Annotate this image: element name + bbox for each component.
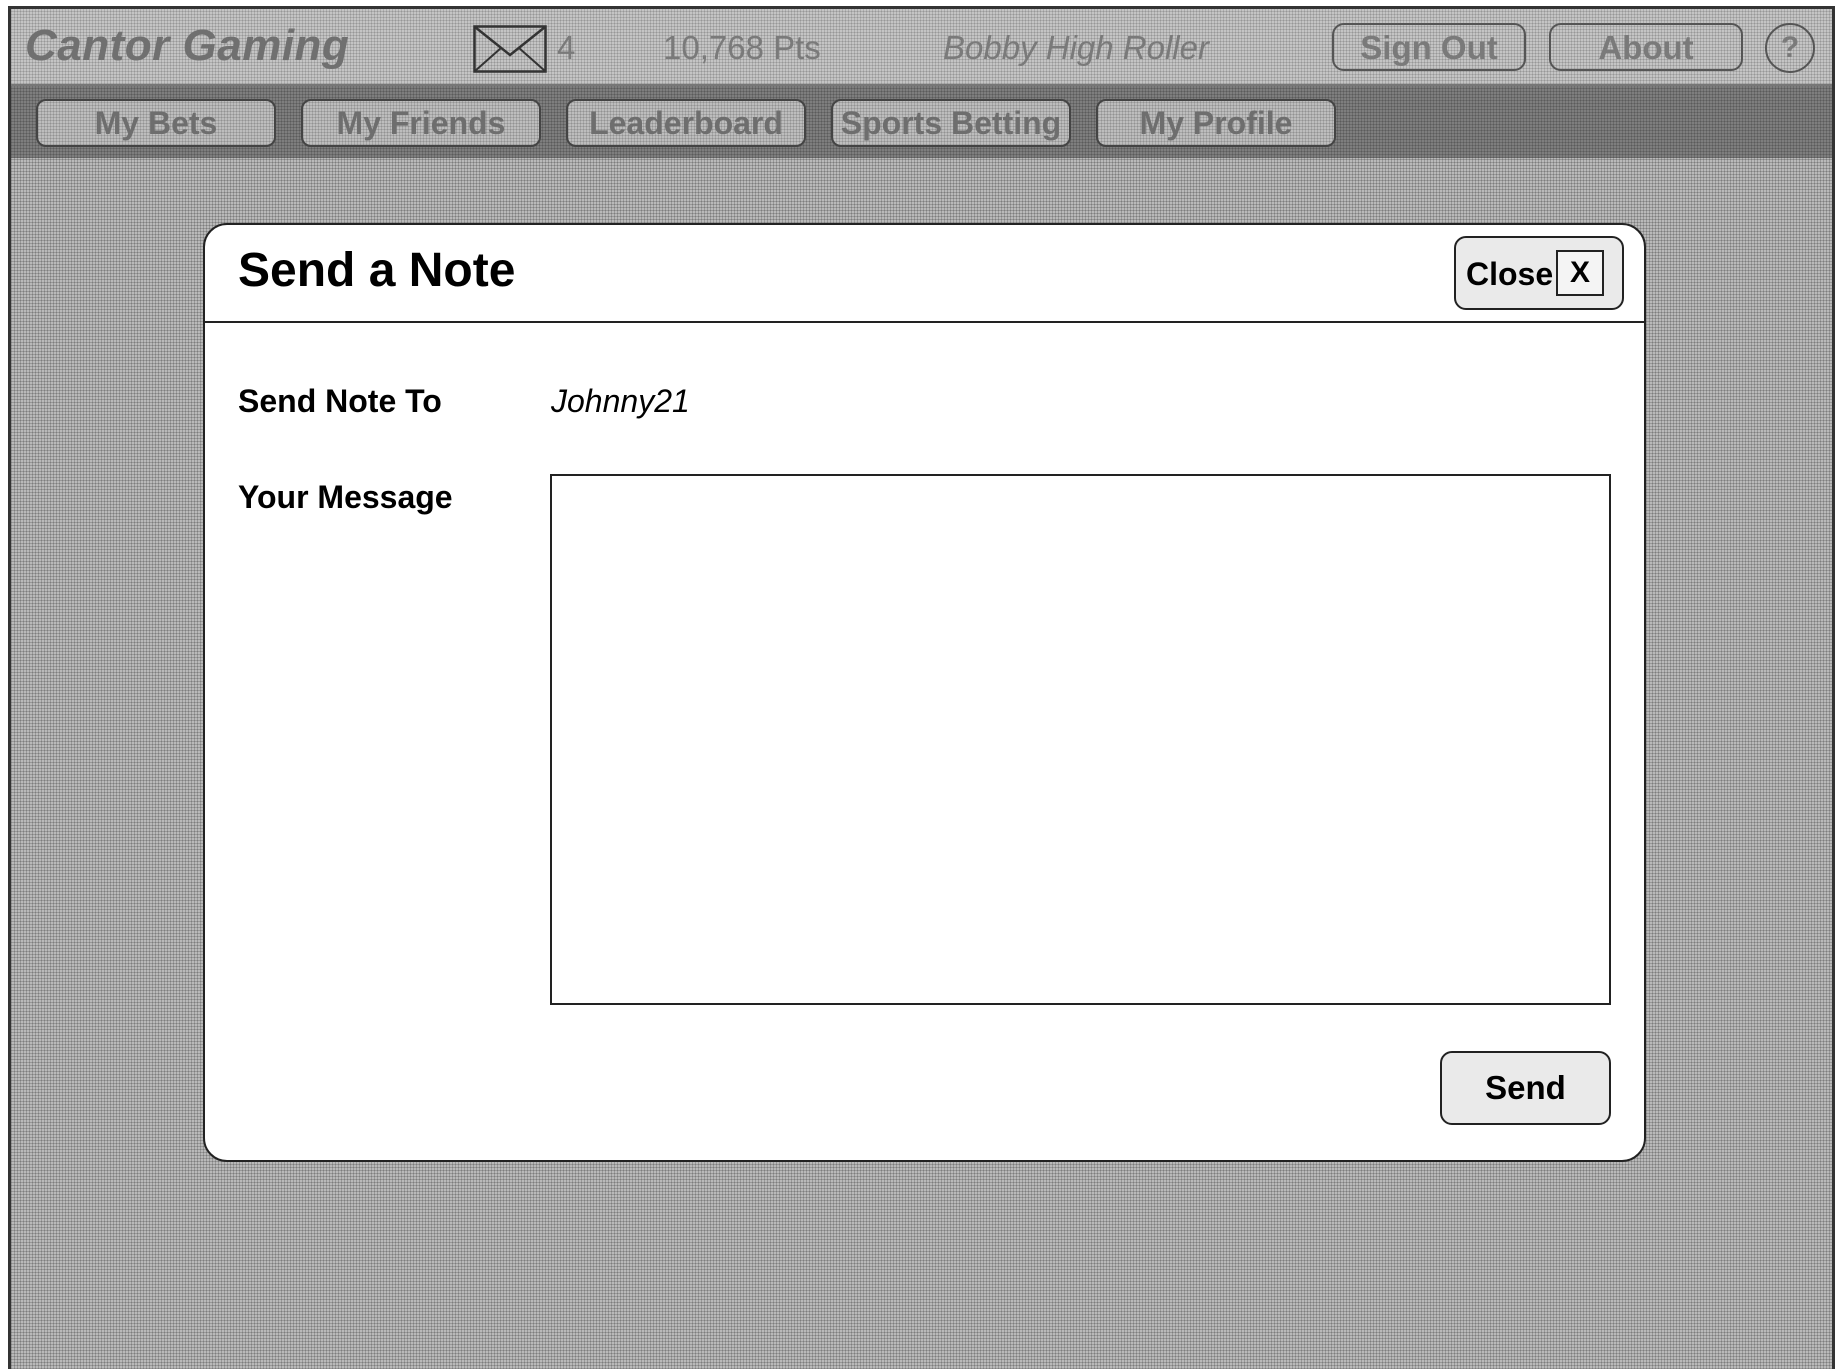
points-balance: 10,768 Pts bbox=[663, 29, 821, 66]
app-window: Cantor Gaming 4 10,768 Pts Bobby High Ro… bbox=[8, 6, 1835, 1369]
mail-count-badge: 4 bbox=[557, 29, 576, 66]
sign-out-button[interactable]: Sign Out bbox=[1332, 23, 1526, 71]
tab-my-bets[interactable]: My Bets bbox=[36, 99, 276, 147]
dialog-title: Send a Note bbox=[238, 244, 516, 297]
help-icon[interactable]: ? bbox=[1765, 23, 1815, 73]
about-button[interactable]: About bbox=[1549, 23, 1743, 71]
send-button[interactable]: Send bbox=[1440, 1051, 1611, 1125]
tab-my-friends[interactable]: My Friends bbox=[301, 99, 541, 147]
tab-leaderboard[interactable]: Leaderboard bbox=[566, 99, 806, 147]
main-nav: My Bets My Friends Leaderboard Sports Be… bbox=[11, 86, 1832, 158]
dialog-header: Send a Note Close X bbox=[205, 225, 1644, 323]
tab-my-profile[interactable]: My Profile bbox=[1096, 99, 1336, 147]
recipient-name: Johnny21 bbox=[551, 383, 690, 419]
send-note-dialog: Send a Note Close X Send Note To Johnny2… bbox=[203, 223, 1646, 1162]
close-icon[interactable]: X bbox=[1556, 250, 1604, 296]
your-message-label: Your Message bbox=[238, 479, 453, 515]
username-label: Bobby High Roller bbox=[943, 29, 1209, 66]
message-textarea[interactable] bbox=[550, 474, 1611, 1005]
close-label: Close bbox=[1466, 256, 1554, 292]
envelope-icon[interactable] bbox=[473, 25, 547, 73]
tab-sports-betting[interactable]: Sports Betting bbox=[831, 99, 1071, 147]
send-note-to-label: Send Note To bbox=[238, 383, 442, 419]
top-bar: Cantor Gaming 4 10,768 Pts Bobby High Ro… bbox=[11, 9, 1832, 86]
brand-logo: Cantor Gaming bbox=[25, 21, 350, 70]
close-button[interactable]: Close X bbox=[1454, 236, 1624, 310]
